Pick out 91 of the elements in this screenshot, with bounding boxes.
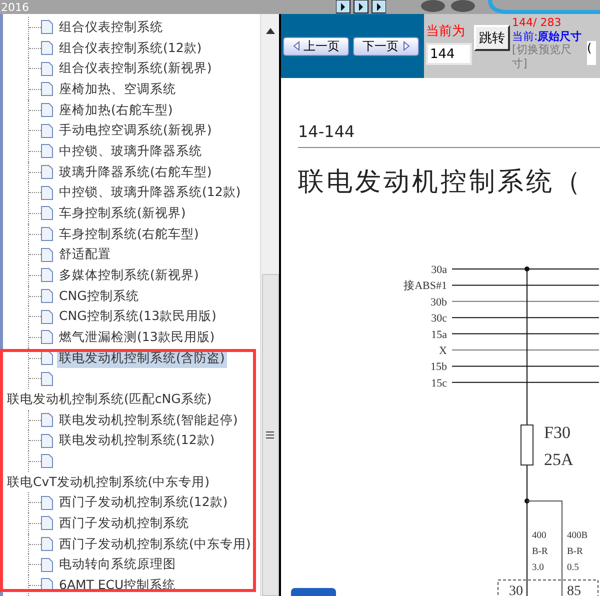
tree-item[interactable]: 中控锁、玻璃升降器系统(12款) [57, 183, 243, 202]
bus-label: 15b [430, 361, 447, 374]
document-icon [41, 227, 53, 242]
tree-item[interactable]: 车身控制系统(右舵车型) [57, 224, 201, 244]
tree-item[interactable]: 组合仪表控制系统(12款) [57, 38, 204, 58]
toolbar-icons-drawing [336, 0, 386, 14]
fuse-label: F30 [544, 423, 570, 442]
cut-off-field[interactable]: ( [587, 41, 596, 65]
tree-item[interactable]: 组合仪表控制系统 [57, 18, 165, 37]
document-icon [41, 516, 53, 530]
tree-item[interactable]: 组合仪表控制系统(新视界) [57, 59, 214, 78]
tree-item[interactable]: 车身控制系统(新视界) [57, 204, 188, 223]
tree-item[interactable]: 舒适配置 [57, 245, 113, 264]
document-icon [41, 248, 53, 262]
wire-label: 400 [532, 531, 546, 541]
scroll-thumb[interactable] [262, 274, 278, 596]
go-button[interactable]: 跳转 [474, 25, 510, 51]
tree-item[interactable]: 中控锁、玻璃升降器系统 [57, 142, 204, 161]
tree-item[interactable]: 联电发动机控制系统(智能起停) [57, 410, 240, 430]
document-icon [41, 310, 53, 324]
document-icon [41, 186, 53, 200]
fuse-label: 25A [544, 450, 574, 469]
tree-item[interactable]: 手动电控空调系统(新视界) [57, 121, 214, 140]
junction-dot [524, 266, 530, 272]
cartoon-drawing [418, 0, 478, 14]
document-icon [41, 20, 53, 34]
tree-item[interactable]: 电动转向系统原理图 [57, 555, 178, 574]
tab-edge [291, 588, 336, 596]
wire-label: B-R [532, 547, 548, 557]
tree-item[interactable]: 西门子发动机控制系统(中东专用) [57, 534, 253, 554]
tree-item[interactable]: 燃气泄漏检测(13款民用版) [57, 328, 217, 347]
wire-label: 3.0 [532, 563, 544, 573]
bus-label: 30c [431, 312, 447, 325]
page-number: 14-144 [298, 122, 356, 141]
terminal-label: 85 [567, 584, 581, 596]
fuse-symbol [520, 424, 534, 466]
document-icon [41, 537, 53, 552]
scroll-up-icon[interactable] [266, 28, 274, 34]
arrow-right-icon [402, 41, 410, 51]
tree-item[interactable]: 西门子发动机控制系统(12款) [57, 493, 230, 512]
document-icon [41, 351, 53, 366]
grip-icon [266, 431, 274, 439]
tree-item[interactable]: 西门子发动机控制系统 [57, 514, 191, 533]
document-icon [41, 62, 53, 76]
bus-label: X [439, 345, 447, 357]
document-icon [41, 165, 53, 180]
tree-group-label[interactable]: 联电CvT发动机控制系统(中东专用) [5, 472, 212, 492]
tree-item[interactable]: 座椅加热(右舵车型) [57, 100, 175, 120]
wire-label: 0.5 [567, 563, 579, 573]
document-icon [41, 144, 53, 158]
junction-dot [524, 498, 530, 504]
previous-page-button[interactable]: 上一页 [283, 36, 349, 56]
window-title: 2016 [1, 2, 29, 14]
document-icon [41, 434, 53, 448]
size-value: 原始尺寸 [538, 30, 582, 43]
wire-label: B-R [567, 547, 583, 557]
wire-label: 400B [567, 531, 588, 541]
document-icon [41, 413, 53, 428]
arrow-left-icon [292, 41, 300, 51]
scrollbar[interactable] [260, 14, 279, 596]
document-icon [41, 330, 53, 344]
document-icon [41, 124, 53, 138]
next-page-button[interactable]: 下一页 [353, 36, 419, 56]
tree-group-label[interactable]: 联电发动机控制系统(匹配cNG系统) [5, 390, 214, 409]
page-input[interactable]: 144 [426, 43, 472, 65]
bus-label: 15c [431, 377, 447, 390]
tree-item[interactable]: 玻璃升降器系统(右舵车型) [57, 162, 214, 182]
bus-label: 15a [431, 328, 447, 341]
current-page-label: 当前为 [426, 23, 466, 40]
tree-item[interactable]: 多媒体控制系统(新视界) [57, 266, 201, 285]
page-count: 144/ 283 [512, 16, 562, 30]
tree-item[interactable]: 联电发动机控制系统(12款) [57, 431, 217, 450]
document-icon [41, 206, 53, 220]
document-icon [41, 558, 53, 572]
size-label: 当前: [512, 30, 538, 43]
bus-label: 30a [431, 264, 447, 276]
document-icon [41, 103, 53, 118]
bus-label: 接ABS#1 [404, 280, 447, 292]
document-icon [41, 454, 53, 468]
tree-item[interactable]: CNG控制系统 [57, 286, 141, 306]
document-icon [41, 41, 53, 55]
bus-label: 30b [430, 296, 447, 308]
document-icon [41, 268, 53, 282]
tree-item[interactable]: CNG控制系统(13款民用版) [57, 307, 218, 326]
document-icon [41, 372, 53, 386]
terminal-label: 30 [509, 584, 523, 596]
document-icon [41, 289, 53, 304]
document-icon [41, 496, 53, 510]
document-icon [41, 82, 53, 96]
document-heading: 联电发动机控制系统（ [298, 166, 584, 199]
tree-item[interactable]: 座椅加热、空调系统 [57, 80, 178, 99]
